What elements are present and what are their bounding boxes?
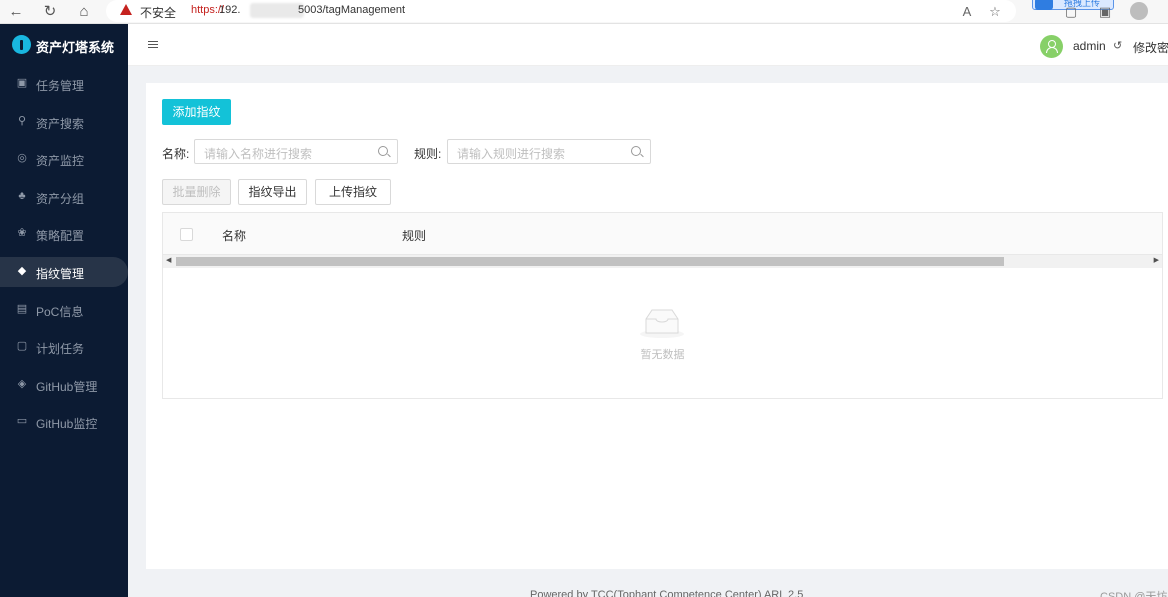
shield-icon: ◎ (17, 152, 27, 165)
app-title: 资产灯塔系统 (36, 40, 115, 55)
sidebar-item-label: GitHub监控 (36, 417, 98, 432)
column-header-rule[interactable]: 规则 (402, 227, 426, 244)
empty-state-text: 暂无数据 (640, 349, 685, 361)
logo-icon (12, 35, 31, 54)
sidebar: 资产灯塔系统 ▣ 任务管理 ⚲ 资产搜索 ◎ 资产监控 ♣ 资产分组 ❀ 策略配置 ◆ 指纹管理 ▤ Po… (0, 24, 128, 597)
sidebar-item[interactable]: ♣ 资产分组 (0, 182, 128, 212)
extension-logo-icon (1035, 0, 1053, 10)
sidebar-item[interactable]: ❀ 策略配置 (0, 219, 128, 249)
sidebar-item-label: 资产搜索 (36, 116, 85, 131)
collections-icon[interactable]: ▢ (1062, 3, 1080, 21)
sidebar-item-label: 计划任务 (36, 342, 85, 357)
schedule-icon: ▢ (16, 340, 28, 353)
search-icon[interactable] (378, 146, 388, 156)
tag-icon: ◆ (17, 265, 27, 277)
scroll-left-icon[interactable]: ◀ (166, 256, 171, 264)
empty-inbox-icon (640, 309, 684, 338)
url-path: 5003/tagManagement (298, 4, 406, 16)
sidebar-item[interactable]: ▢ 计划任务 (0, 332, 128, 362)
rule-search-input[interactable]: 请输入规则进行搜索 (447, 139, 651, 164)
sidebar-item[interactable]: ◈ GitHub管理 (0, 370, 128, 400)
back-icon[interactable]: ← (6, 2, 26, 22)
favorite-icon[interactable]: ☆ (986, 3, 1004, 21)
sidebar-item-label: 任务管理 (36, 79, 85, 93)
name-search-placeholder: 请输入名称进行搜索 (204, 147, 313, 161)
sidebar-item[interactable]: ◎ 资产监控 (0, 144, 128, 174)
sidebar-item-label: 资产分组 (36, 191, 85, 206)
monitor-icon: ▭ (16, 415, 28, 428)
warning-icon (120, 4, 132, 15)
logout-icon[interactable]: ↺ (1113, 39, 1122, 52)
search-icon: ⚲ (17, 114, 27, 127)
name-search-input[interactable]: 请输入名称进行搜索 (194, 139, 398, 164)
security-warning[interactable]: 不安全 (140, 4, 176, 21)
top-header (128, 24, 1168, 66)
add-fingerprint-button[interactable]: 添加指纹 (162, 99, 231, 125)
footer-text: Powered by TCC(Tophant Competence Center… (530, 589, 804, 597)
sidebar-item-label: 资产监控 (36, 154, 85, 169)
change-password-link[interactable]: 修改密码 (1133, 39, 1168, 56)
cluster-icon: ♣ (18, 189, 26, 202)
sidebar-item-label: GitHub管理 (36, 379, 98, 394)
table-header: 名称 规则 (163, 213, 1162, 255)
rule-search-placeholder: 请输入规则进行搜索 (457, 147, 566, 161)
sidebar-item-label: 策略配置 (36, 229, 85, 244)
reload-icon[interactable]: ↻ (40, 2, 60, 22)
extensions-icon[interactable]: ▣ (1096, 3, 1114, 21)
sidebar-item[interactable]: ▤ PoC信息 (0, 295, 128, 325)
fingerprint-table: 名称 规则 ◀ ▶ 暂无数据 (162, 212, 1163, 399)
menu-fold-icon[interactable] (148, 41, 158, 51)
github-icon: ◈ (17, 377, 27, 390)
scrollbar-thumb[interactable] (176, 257, 1004, 266)
export-fingerprint-button[interactable]: 指纹导出 (238, 179, 307, 205)
config-icon: ❀ (17, 227, 27, 240)
batch-delete-button[interactable]: 批量删除 (162, 179, 231, 205)
sidebar-item-label: 指纹管理 (36, 267, 85, 281)
sidebar-item-label: PoC信息 (36, 304, 84, 319)
select-all-checkbox[interactable] (180, 228, 193, 241)
profile-avatar-icon[interactable] (1130, 2, 1148, 20)
user-name[interactable]: admin (1073, 39, 1106, 53)
address-bar[interactable] (106, 0, 1016, 22)
sidebar-item[interactable]: ▣ 任务管理 (0, 69, 128, 99)
scroll-right-icon[interactable]: ▶ (1154, 256, 1159, 264)
column-header-name[interactable]: 名称 (222, 227, 246, 244)
task-icon: ▣ (16, 77, 28, 89)
search-icon[interactable] (631, 146, 641, 156)
document-icon: ▤ (16, 302, 28, 315)
horizontal-scrollbar[interactable]: ◀ ▶ (163, 255, 1162, 268)
sidebar-item[interactable]: ⚲ 资产搜索 (0, 107, 128, 137)
watermark: CSDN @天坊 (1100, 591, 1168, 597)
url-host: 192. (219, 4, 241, 16)
sidebar-item[interactable]: ◆ 指纹管理 (0, 257, 128, 287)
user-avatar[interactable] (1040, 35, 1063, 58)
sidebar-item[interactable]: ▭ GitHub监控 (0, 407, 128, 437)
rule-filter-label: 规则: (414, 147, 442, 161)
read-aloud-icon[interactable]: A (958, 3, 976, 21)
home-icon[interactable]: ⌂ (74, 2, 94, 22)
url-redacted (250, 3, 304, 18)
name-filter-label: 名称: (162, 147, 190, 161)
upload-fingerprint-button[interactable]: 上传指纹 (315, 179, 391, 205)
